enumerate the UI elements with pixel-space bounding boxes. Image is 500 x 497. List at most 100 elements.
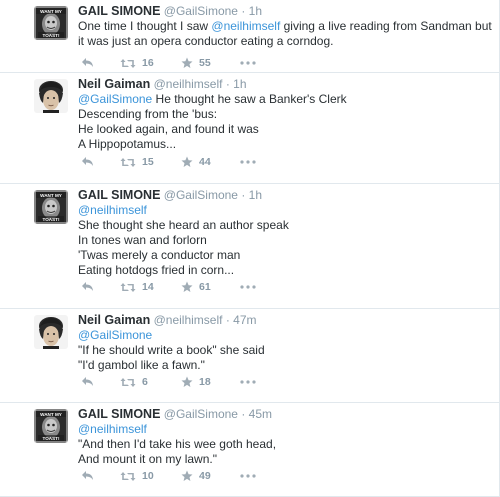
author-handle[interactable]: @GailSimone (164, 188, 238, 202)
author-name[interactable]: GAIL SIMONE (78, 188, 160, 202)
mention-link[interactable]: @neilhimself (78, 203, 147, 217)
favorite-button[interactable]: 18 (181, 376, 211, 388)
tweet-text-line: it was just an opera conductor eating a … (78, 34, 491, 49)
tweet-content: Neil Gaiman @neilhimself · 1h @GailSimone… (78, 76, 491, 168)
tweet-text-line: "If he should write a book" she said (78, 343, 491, 358)
more-button[interactable] (240, 380, 256, 384)
tweet-timestamp[interactable]: 1h (233, 77, 246, 91)
text-segment: it was just an opera conductor eating a … (78, 34, 334, 48)
retweet-count: 16 (142, 57, 154, 69)
tweet-text-line: He looked again, and found it was (78, 122, 491, 137)
author-name[interactable]: Neil Gaiman (78, 313, 150, 327)
reply-button[interactable] (81, 156, 94, 167)
neil-avatar[interactable] (34, 79, 68, 113)
author-handle[interactable]: @neilhimself (154, 313, 223, 327)
gail-avatar[interactable]: WANT MY TOAST! (34, 190, 68, 224)
retweet-button[interactable]: 10 (120, 470, 154, 482)
text-segment: "If he should write a book" she said (78, 343, 265, 357)
mention-link[interactable]: @neilhimself (211, 19, 280, 33)
favorite-button[interactable]: 55 (181, 57, 211, 69)
gail-avatar[interactable]: WANT MY TOAST! (34, 409, 68, 443)
tweet-timestamp[interactable]: 1h (249, 4, 262, 18)
meta-separator: · (241, 407, 246, 421)
more-button[interactable] (240, 61, 256, 65)
retweet-button[interactable]: 15 (120, 156, 154, 168)
retweet-count: 10 (142, 470, 154, 482)
avatar-caption-bottom: TOAST! (42, 33, 59, 38)
tweet-text-line: And mount it on my lawn." (78, 452, 491, 467)
more-dots-icon (240, 285, 256, 289)
author-handle[interactable]: @neilhimself (154, 77, 223, 91)
tweet[interactable]: Neil Gaiman @neilhimself · 1h @GailSimone… (0, 73, 499, 184)
retweet-icon (120, 157, 136, 168)
text-segment: giving a live reading from Sandman but (280, 19, 492, 33)
retweet-count: 15 (142, 156, 154, 168)
mention-link[interactable]: @GailSimone (78, 328, 152, 342)
retweet-button[interactable]: 16 (120, 57, 154, 69)
author-name[interactable]: GAIL SIMONE (78, 4, 160, 18)
reply-icon (81, 376, 94, 387)
tweet[interactable]: Neil Gaiman @neilhimself · 47m @GailSimon… (0, 309, 499, 403)
tweet[interactable]: WANT MY TOAST! GAIL SIMONE @GailSimone · 1… (0, 0, 499, 73)
mention-link[interactable]: @neilhimself (78, 422, 147, 436)
reply-icon (81, 470, 94, 481)
author-name[interactable]: GAIL SIMONE (78, 407, 160, 421)
tweet-text-line: In tones wan and forlorn (78, 233, 491, 248)
tweet-header: Neil Gaiman @neilhimself · 1h (78, 76, 491, 92)
tweet-text-line: @neilhimself (78, 422, 491, 437)
tweet-text-line: She thought she heard an author speak (78, 218, 491, 233)
tweet-content: GAIL SIMONE @GailSimone · 1h @neilhimself… (78, 187, 491, 293)
meta-separator: · (241, 188, 246, 202)
tweet-content: GAIL SIMONE @GailSimone · 1h One time I t… (78, 3, 492, 69)
tweet-timestamp[interactable]: 47m (233, 313, 256, 327)
reply-button[interactable] (81, 470, 94, 481)
favorite-count: 55 (199, 57, 211, 69)
more-dots-icon (240, 380, 256, 384)
retweet-button[interactable]: 14 (120, 281, 154, 293)
tweet-timestamp[interactable]: 1h (249, 188, 262, 202)
text-segment: A Hippopotamus... (78, 137, 177, 151)
retweet-button[interactable]: 6 (120, 376, 148, 388)
tweet-text: @GailSimone "If he should write a book" s… (78, 328, 491, 373)
tweet-timestamp[interactable]: 45m (249, 407, 272, 421)
tweet-header: GAIL SIMONE @GailSimone · 1h (78, 3, 491, 19)
retweet-icon (120, 282, 136, 293)
tweet-text-line: A Hippopotamus... (78, 137, 491, 152)
star-icon (181, 470, 193, 482)
favorite-button[interactable]: 49 (181, 470, 211, 482)
gail-avatar[interactable]: WANT MY TOAST! (34, 6, 68, 40)
favorite-count: 18 (199, 376, 211, 388)
author-name[interactable]: Neil Gaiman (78, 77, 150, 91)
text-segment: And mount it on my lawn." (78, 452, 217, 466)
favorite-button[interactable]: 44 (181, 156, 211, 168)
tweet-text: One time I thought I saw @neilhimself gi… (78, 19, 492, 49)
meta-separator: · (225, 77, 230, 91)
tweet[interactable]: WANT MY TOAST! GAIL SIMONE @GailSimone · 4… (0, 403, 499, 497)
neil-avatar[interactable] (34, 315, 68, 349)
favorite-count: 44 (199, 156, 211, 168)
avatar-caption-top: WANT MY (40, 9, 62, 14)
text-segment: She thought she heard an author speak (78, 218, 289, 232)
more-button[interactable] (240, 285, 256, 289)
text-segment: He looked again, and found it was (78, 122, 259, 136)
favorite-button[interactable]: 61 (181, 281, 211, 293)
reply-button[interactable] (81, 57, 94, 68)
author-handle[interactable]: @GailSimone (164, 407, 238, 421)
author-handle[interactable]: @GailSimone (164, 4, 238, 18)
mention-link[interactable]: @GailSimone (78, 92, 152, 106)
tweet-text-line: @neilhimself (78, 203, 491, 218)
tweet-content: Neil Gaiman @neilhimself · 47m @GailSimon… (78, 312, 491, 388)
text-segment: Descending from the 'bus: (78, 107, 218, 121)
star-icon (181, 57, 193, 69)
reply-button[interactable] (81, 281, 94, 292)
reply-button[interactable] (81, 376, 94, 387)
more-button[interactable] (240, 474, 256, 478)
reply-icon (81, 281, 94, 292)
text-segment: Eating hotdogs fried in corn... (78, 263, 235, 277)
avatar-caption-bottom: TOAST! (42, 217, 59, 222)
tweet[interactable]: WANT MY TOAST! GAIL SIMONE @GailSimone · 1… (0, 184, 499, 309)
tweet-text-line: @GailSimone He thought he saw a Banker's… (78, 92, 491, 107)
text-segment: In tones wan and forlorn (78, 233, 207, 247)
more-button[interactable] (240, 160, 256, 164)
tweet-header: Neil Gaiman @neilhimself · 47m (78, 312, 491, 328)
